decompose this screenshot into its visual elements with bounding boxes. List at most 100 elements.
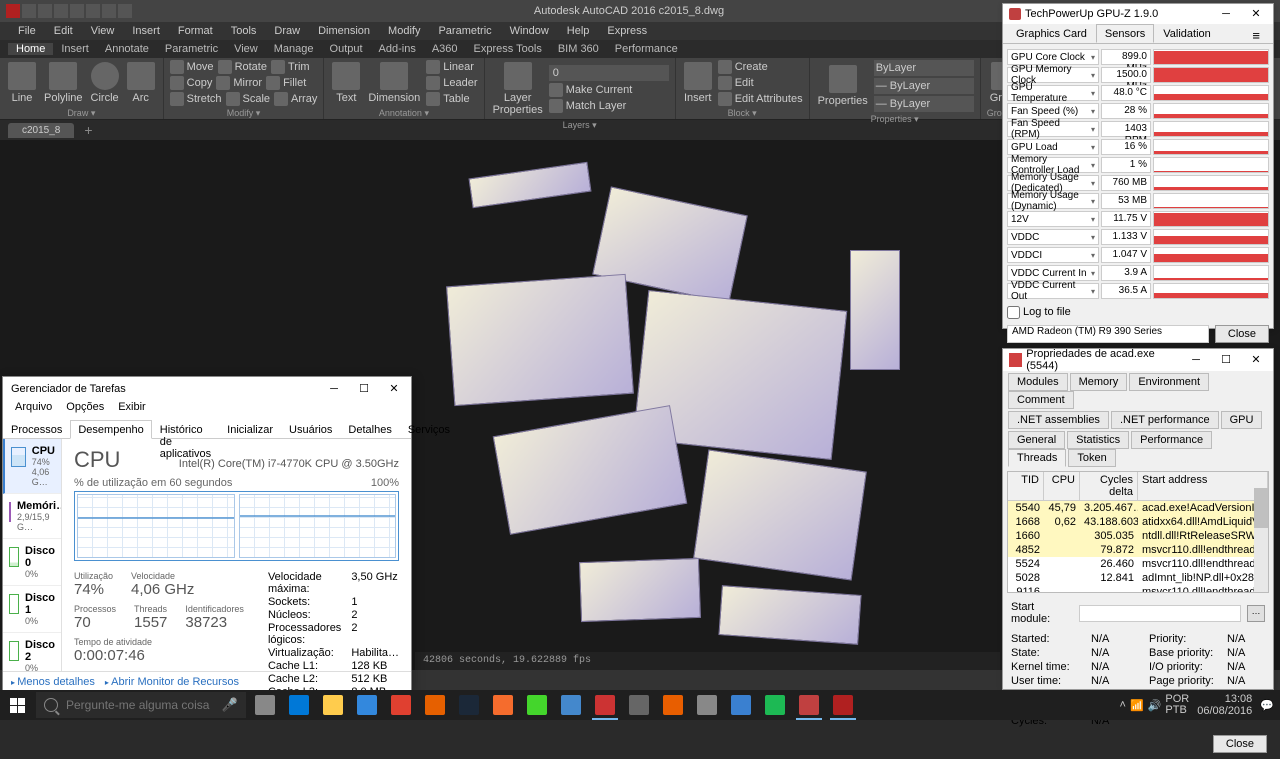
menu-window[interactable]: Window xyxy=(502,25,557,37)
panel-annot-title[interactable]: Annotation ▾ xyxy=(330,106,477,119)
properties-button[interactable]: Properties xyxy=(816,63,870,109)
thread-row[interactable]: 502812.841adImnt_lib!NP.dll+0x28a63c xyxy=(1008,571,1268,585)
mic-icon[interactable]: 🎤 xyxy=(222,697,238,713)
thread-row[interactable]: 16680,6243.188.603atidxx64.dll!AmdLiquid… xyxy=(1008,515,1268,529)
tab-parametric[interactable]: Parametric xyxy=(157,43,226,55)
circle-button[interactable]: Circle xyxy=(89,60,121,106)
thread-row[interactable]: 552426.460msvcr110.dll!endthreadex+0x90 xyxy=(1008,557,1268,571)
table-button[interactable]: Table xyxy=(426,92,477,106)
linetype-dropdown[interactable]: — ByLayer xyxy=(874,96,974,112)
gpuz-close-x[interactable]: ✕ xyxy=(1241,3,1271,25)
quick-access-toolbar[interactable] xyxy=(0,4,138,18)
tab-graphics-card[interactable]: Graphics Card xyxy=(1007,24,1096,43)
tray-clock[interactable]: 13:0806/08/2016 xyxy=(1193,693,1256,717)
menu-express[interactable]: Express xyxy=(599,25,655,37)
menu-dimension[interactable]: Dimension xyxy=(310,25,378,37)
taskbar-app-origin[interactable] xyxy=(486,690,520,720)
text-button[interactable]: Text xyxy=(330,60,362,106)
gpuz-close-button[interactable]: Close xyxy=(1215,325,1269,343)
tab-home[interactable]: Home xyxy=(8,43,53,55)
tab-net-perf[interactable]: .NET performance xyxy=(1111,411,1219,429)
tab-manage[interactable]: Manage xyxy=(266,43,322,55)
menu-format[interactable]: Format xyxy=(170,25,221,37)
tray-network-icon[interactable]: 📶 xyxy=(1130,699,1144,712)
tab-express[interactable]: Express Tools xyxy=(466,43,550,55)
sensor-label[interactable]: GPU Memory Clock xyxy=(1007,67,1099,83)
save-icon[interactable] xyxy=(54,4,68,18)
panel-modify-title[interactable]: Modify ▾ xyxy=(170,106,318,119)
sensor-label[interactable]: GPU Core Clock xyxy=(1007,49,1099,65)
pe-close-x[interactable]: ✕ xyxy=(1241,349,1271,371)
line-button[interactable]: Line xyxy=(6,60,38,106)
insert-button[interactable]: Insert xyxy=(682,60,714,106)
taskbar-app-gpuz[interactable] xyxy=(792,690,826,720)
create-button[interactable]: Create xyxy=(718,60,803,74)
thread-row[interactable]: 9116msvcr110.dll!endthreadex+0x90 xyxy=(1008,585,1268,593)
tab-detalhes[interactable]: Detalhes xyxy=(340,420,399,439)
layer-props-button[interactable]: Layer Properties xyxy=(491,60,545,118)
make-current-button[interactable]: Make Current xyxy=(549,83,669,97)
sensor-label[interactable]: VDDC Current Out xyxy=(1007,283,1099,299)
gpuz-minimize[interactable]: ─ xyxy=(1211,3,1241,25)
taskbar-app-chrome[interactable] xyxy=(384,690,418,720)
undo-icon[interactable] xyxy=(102,4,116,18)
tab-usuarios[interactable]: Usuários xyxy=(281,420,340,439)
tile-memory[interactable]: Memóri…2,9/15,9 G… xyxy=(3,494,61,539)
taskbar-app-explorer[interactable] xyxy=(316,690,350,720)
sensor-label[interactable]: GPU Temperature xyxy=(1007,85,1099,101)
menu-file[interactable]: File xyxy=(10,25,44,37)
tab-annotate[interactable]: Annotate xyxy=(97,43,157,55)
tab-statistics[interactable]: Statistics xyxy=(1067,431,1129,449)
layer-dropdown[interactable]: 0 xyxy=(549,65,669,81)
sensor-label[interactable]: GPU Load xyxy=(1007,139,1099,155)
taskbar-app-steam[interactable] xyxy=(452,690,486,720)
cortana-search[interactable]: 🎤 xyxy=(36,692,246,718)
gpuz-menu-icon[interactable]: ≡ xyxy=(1243,24,1269,43)
editattr-button[interactable]: Edit Attributes xyxy=(718,92,803,106)
menu-parametric[interactable]: Parametric xyxy=(430,25,499,37)
fillet-button[interactable]: Fillet xyxy=(266,76,306,90)
log-to-file[interactable]: Log to file xyxy=(1003,304,1273,321)
fewer-details-link[interactable]: Menos detalhes xyxy=(11,676,95,688)
menu-insert[interactable]: Insert xyxy=(124,25,168,37)
taskbar-app-firefox[interactable] xyxy=(418,690,452,720)
tab-historico[interactable]: Histórico de aplicativos xyxy=(152,420,219,439)
taskbar-app-task-view[interactable] xyxy=(248,690,282,720)
taskbar-app-calculator[interactable] xyxy=(724,690,758,720)
threads-table[interactable]: TID CPU Cycles delta Start address 55404… xyxy=(1007,471,1269,593)
pe-minimize[interactable]: ─ xyxy=(1181,349,1211,371)
taskbar-app-store[interactable] xyxy=(350,690,384,720)
sensor-label[interactable]: Memory Usage (Dedicated) xyxy=(1007,175,1099,191)
sensor-label[interactable]: VDDC Current In xyxy=(1007,265,1099,281)
sensor-label[interactable]: VDDC xyxy=(1007,229,1099,245)
tab-performance[interactable]: Performance xyxy=(607,43,686,55)
sensor-label[interactable]: Memory Usage (Dynamic) xyxy=(1007,193,1099,209)
tab-addins[interactable]: Add-ins xyxy=(371,43,424,55)
new-tab-button[interactable]: + xyxy=(78,122,98,138)
tab-threads[interactable]: Threads xyxy=(1008,449,1066,467)
menu-tools[interactable]: Tools xyxy=(223,25,265,37)
sensor-label[interactable]: Fan Speed (%) xyxy=(1007,103,1099,119)
taskbar-app-vlc[interactable] xyxy=(656,690,690,720)
startmod-browse[interactable]: … xyxy=(1247,605,1265,622)
tile-disk2[interactable]: Disco 20% xyxy=(3,633,61,671)
thread-row[interactable]: 554045,793.205.467…acad.exe!AcadVersionI… xyxy=(1008,501,1268,515)
sensor-label[interactable]: 12V xyxy=(1007,211,1099,227)
plot-icon[interactable] xyxy=(86,4,100,18)
color-dropdown[interactable]: ByLayer xyxy=(874,60,974,76)
mirror-button[interactable]: Mirror xyxy=(216,76,262,90)
tab-processos[interactable]: Processos xyxy=(3,420,70,439)
taskbar-app-spotify[interactable] xyxy=(758,690,792,720)
tray-notifications-icon[interactable]: 💬 xyxy=(1260,699,1274,712)
tab-modules[interactable]: Modules xyxy=(1008,373,1068,391)
panel-draw-title[interactable]: Draw ▾ xyxy=(6,106,157,119)
sensor-label[interactable]: Memory Controller Load xyxy=(1007,157,1099,173)
panel-block-title[interactable]: Block ▾ xyxy=(682,106,803,119)
taskbar-app-screenrec[interactable] xyxy=(554,690,588,720)
resmon-link[interactable]: Abrir Monitor de Recursos xyxy=(105,676,239,688)
menu-modify[interactable]: Modify xyxy=(380,25,428,37)
tile-disk0[interactable]: Disco 00% xyxy=(3,539,61,586)
tab-inicializar[interactable]: Inicializar xyxy=(219,420,281,439)
polyline-button[interactable]: Polyline xyxy=(42,60,85,106)
startmod-input[interactable] xyxy=(1079,605,1241,622)
